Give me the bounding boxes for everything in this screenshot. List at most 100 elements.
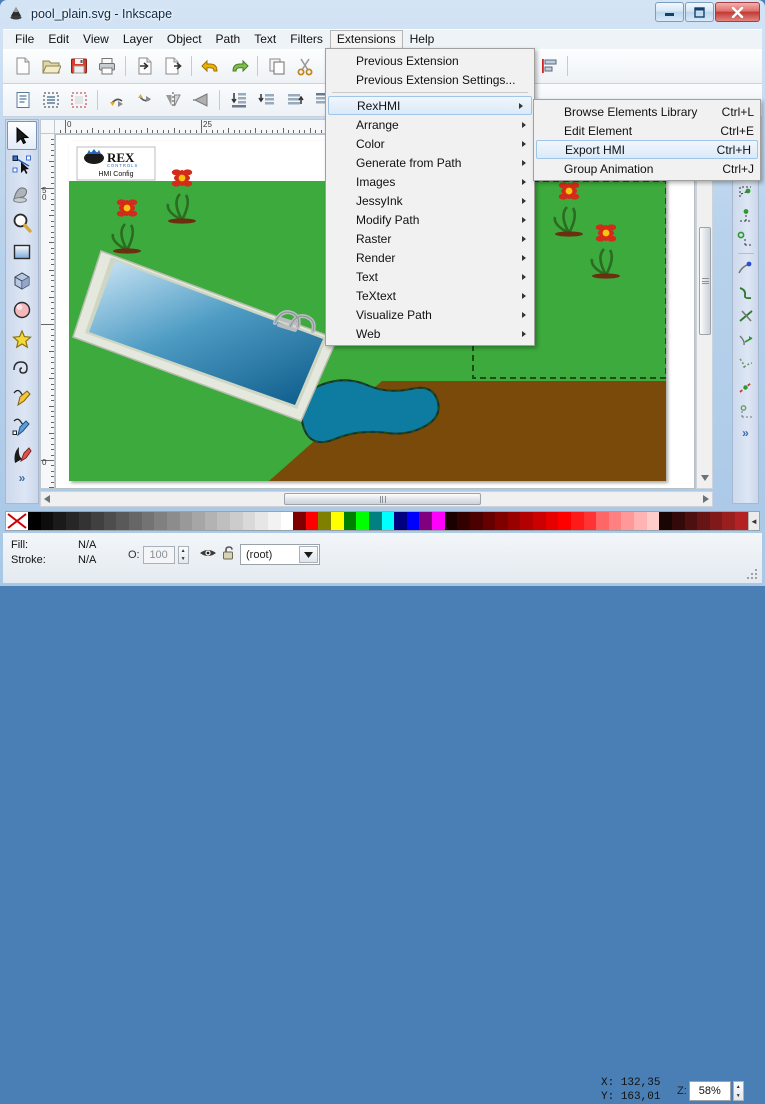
new-document-icon[interactable]: [9, 53, 36, 80]
palette-swatch[interactable]: [179, 512, 193, 530]
rotate-ccw-icon[interactable]: [103, 87, 130, 114]
palette-swatch[interactable]: [242, 512, 256, 530]
palette-scroll-arrow[interactable]: ◄: [748, 512, 759, 530]
palette-swatch[interactable]: [533, 512, 546, 530]
box3d-tool[interactable]: [7, 266, 37, 295]
scroll-down-arrow[interactable]: [701, 470, 709, 484]
palette-swatch[interactable]: [103, 512, 117, 530]
zoom-stepper[interactable]: ▲ ▼: [732, 1081, 744, 1101]
snap-bbox-edge-icon[interactable]: [734, 179, 758, 203]
pencil-tool[interactable]: [7, 382, 37, 411]
palette-swatch[interactable]: [65, 512, 79, 530]
snap-bbox-edge-midpoint-icon[interactable]: [734, 227, 758, 251]
palette-swatch[interactable]: [91, 512, 104, 530]
extensions-menu-item[interactable]: Arrange: [326, 115, 534, 134]
palette-swatch[interactable]: [217, 512, 230, 530]
rexhmi-menu-item[interactable]: Edit Element Ctrl+E: [534, 121, 760, 140]
extensions-menu-item[interactable]: Raster: [326, 229, 534, 248]
palette-swatch[interactable]: [28, 512, 41, 530]
palette-swatch[interactable]: [671, 512, 685, 530]
menu-layer[interactable]: Layer: [116, 30, 160, 50]
extensions-menu-item[interactable]: Modify Path: [326, 210, 534, 229]
menu-filters[interactable]: Filters: [283, 30, 330, 50]
palette-swatch[interactable]: [482, 512, 496, 530]
palette-swatch[interactable]: [545, 512, 559, 530]
node-editor-tool[interactable]: [7, 150, 37, 179]
rectangle-tool[interactable]: [7, 237, 37, 266]
fill-value[interactable]: N/A: [78, 538, 96, 553]
open-document-icon[interactable]: [37, 53, 64, 80]
maximize-button[interactable]: [685, 2, 714, 22]
palette-swatches[interactable]: [28, 512, 748, 530]
calligraphy-tool[interactable]: [7, 440, 37, 469]
palette-swatch[interactable]: [634, 512, 647, 530]
palette-swatch[interactable]: [709, 512, 723, 530]
palette-swatch[interactable]: [469, 512, 483, 530]
document-properties-icon[interactable]: [9, 87, 36, 114]
rexhmi-submenu[interactable]: Browse Elements Library Ctrl+L Edit Elemen…: [533, 99, 761, 181]
extensions-menu-item[interactable]: Generate from Path: [326, 153, 534, 172]
deselect-icon[interactable]: [65, 87, 92, 114]
layer-selector[interactable]: (root): [240, 544, 320, 565]
palette-swatch[interactable]: [40, 512, 54, 530]
spiral-tool[interactable]: [7, 353, 37, 382]
snap-nodes-icon[interactable]: [734, 256, 758, 280]
snap-path-intersection-icon[interactable]: [734, 304, 758, 328]
palette-swatch[interactable]: [684, 512, 698, 530]
vertical-ruler[interactable]: 150100500: [40, 134, 55, 489]
palette-swatch[interactable]: [646, 512, 660, 530]
ellipse-tool[interactable]: [7, 295, 37, 324]
rexhmi-menu-item[interactable]: Export HMI Ctrl+H: [536, 140, 758, 159]
select-all-icon[interactable]: [37, 87, 64, 114]
horizontal-scroll-thumb[interactable]: [284, 493, 481, 505]
selector-tool[interactable]: [7, 121, 37, 150]
toolbox-overflow[interactable]: »: [19, 471, 26, 485]
palette-swatch[interactable]: [735, 512, 748, 530]
menu-extensions[interactable]: Extensions: [329, 29, 403, 50]
snapbar-overflow[interactable]: »: [742, 426, 749, 440]
copy-icon[interactable]: [263, 53, 290, 80]
lower-icon[interactable]: [253, 87, 280, 114]
palette-swatch[interactable]: [381, 512, 395, 530]
palette-swatch[interactable]: [267, 512, 281, 530]
import-icon[interactable]: [131, 53, 158, 80]
palette-swatch[interactable]: [583, 512, 597, 530]
palette-swatch[interactable]: [697, 512, 710, 530]
palette-swatch[interactable]: [192, 512, 205, 530]
rotate-cw-icon[interactable]: [131, 87, 158, 114]
palette-swatch[interactable]: [343, 512, 357, 530]
palette-swatch[interactable]: [558, 512, 571, 530]
stroke-value[interactable]: N/A: [78, 553, 96, 568]
snap-midpoint-icon[interactable]: [734, 376, 758, 400]
flip-horizontal-icon[interactable]: [159, 87, 186, 114]
undo-icon[interactable]: [197, 53, 224, 80]
palette-swatch[interactable]: [116, 512, 129, 530]
star-tool[interactable]: [7, 324, 37, 353]
menu-object[interactable]: Object: [160, 30, 209, 50]
zoom-tool[interactable]: [7, 208, 37, 237]
menu-file[interactable]: File: [8, 30, 41, 50]
palette-swatch[interactable]: [368, 512, 382, 530]
menu-help[interactable]: Help: [403, 30, 442, 50]
palette-swatch[interactable]: [141, 512, 155, 530]
palette-swatch[interactable]: [129, 512, 142, 530]
window-resize-grip[interactable]: [747, 569, 759, 581]
palette-swatch[interactable]: [608, 512, 622, 530]
raise-icon[interactable]: [281, 87, 308, 114]
palette-swatch[interactable]: [166, 512, 180, 530]
palette-swatch[interactable]: [255, 512, 268, 530]
extensions-menu-item[interactable]: RexHMI: [328, 96, 532, 115]
menu-edit[interactable]: Edit: [41, 30, 76, 50]
extensions-menu-item[interactable]: Web: [326, 324, 534, 343]
palette-swatch[interactable]: [507, 512, 521, 530]
palette-swatch[interactable]: [444, 512, 458, 530]
palette-swatch[interactable]: [204, 512, 218, 530]
snap-cusp-node-icon[interactable]: [734, 328, 758, 352]
palette-swatch[interactable]: [621, 512, 634, 530]
flip-vertical-icon[interactable]: [187, 87, 214, 114]
extensions-dropdown-menu[interactable]: Previous Extension Previous Extension Set…: [325, 48, 535, 346]
palette-swatch[interactable]: [406, 512, 420, 530]
menu-view[interactable]: View: [76, 30, 116, 50]
menu-path[interactable]: Path: [209, 30, 248, 50]
snap-bbox-corner-icon[interactable]: [734, 203, 758, 227]
